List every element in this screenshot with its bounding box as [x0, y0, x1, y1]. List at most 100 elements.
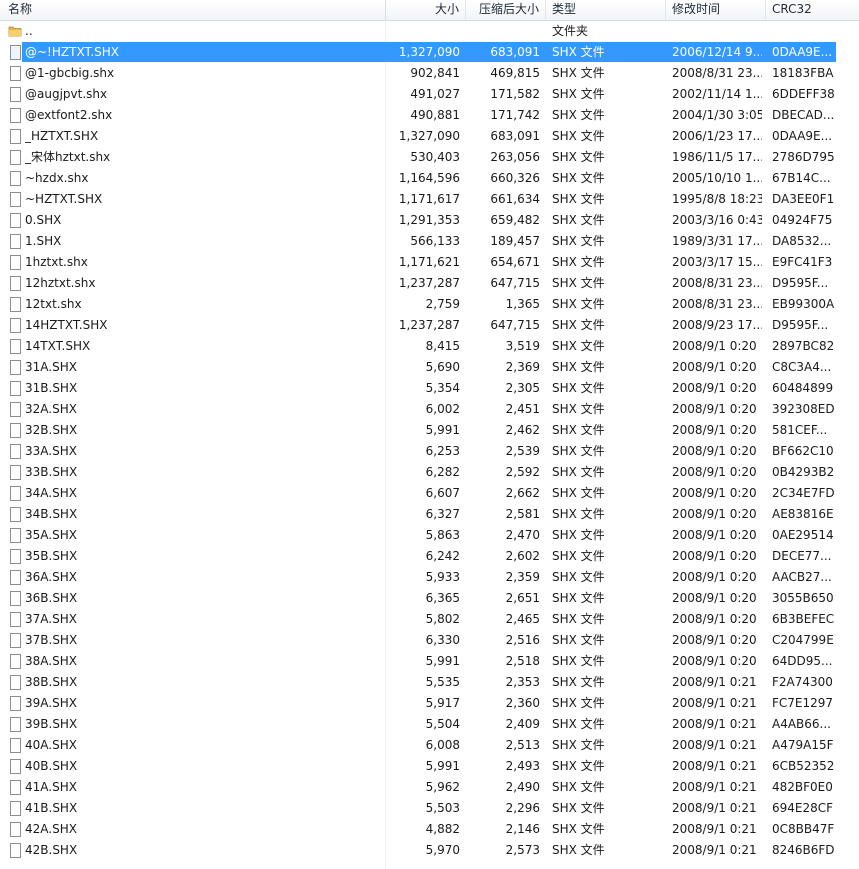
file-row[interactable]: 36B.SHX 6,365 2,651 SHX 文件 2008/9/1 0:20 3055…: [0, 588, 859, 609]
column-header-modified[interactable]: 修改时间: [666, 0, 766, 20]
file-type: SHX 文件: [552, 507, 605, 521]
file-modified: 2008/9/1 0:21: [672, 780, 757, 794]
file-row[interactable]: @augjpvt.shx 491,027 171,582 SHX 文件 2002/11/…: [0, 84, 859, 105]
file-row[interactable]: 14TXT.SHX 8,415 3,519 SHX 文件 2008/9/1 0:20 28…: [0, 336, 859, 357]
file-crc32: A479A15F: [772, 738, 834, 752]
file-icon: [8, 189, 22, 210]
file-row[interactable]: 35B.SHX 6,242 2,602 SHX 文件 2008/9/1 0:20 DECE…: [0, 546, 859, 567]
file-modified: 2004/1/30 3:05: [672, 108, 762, 122]
file-row[interactable]: 36A.SHX 5,933 2,359 SHX 文件 2008/9/1 0:20 AACB…: [0, 567, 859, 588]
file-type: SHX 文件: [552, 339, 605, 353]
file-row[interactable]: 40B.SHX 5,991 2,493 SHX 文件 2008/9/1 0:21 6CB5…: [0, 756, 859, 777]
file-icon: [8, 252, 22, 273]
file-size: 6,008: [425, 738, 460, 752]
file-name: 38B.SHX: [25, 675, 78, 689]
file-name: 35B.SHX: [25, 549, 78, 563]
file-row[interactable]: 37B.SHX 6,330 2,516 SHX 文件 2008/9/1 0:20 C204…: [0, 630, 859, 651]
file-name: 34B.SHX: [25, 507, 78, 521]
file-type: SHX 文件: [552, 465, 605, 479]
file-row[interactable]: 12hztxt.shx 1,237,287 647,715 SHX 文件 2008/8/…: [0, 273, 859, 294]
column-header-type[interactable]: 类型: [546, 0, 666, 20]
file-crc32: AACB27...: [772, 570, 832, 584]
file-size: 6,327: [425, 507, 460, 521]
file-name: 39A.SHX: [25, 696, 77, 710]
file-packed-size: 189,457: [490, 234, 540, 248]
file-row[interactable]: 40A.SHX 6,008 2,513 SHX 文件 2008/9/1 0:21 A479…: [0, 735, 859, 756]
file-row[interactable]: @1-gbcbig.shx 902,841 469,815 SHX 文件 2008/8/…: [0, 63, 859, 84]
file-row[interactable]: 39A.SHX 5,917 2,360 SHX 文件 2008/9/1 0:21 FC7E…: [0, 693, 859, 714]
file-row[interactable]: 35A.SHX 5,863 2,470 SHX 文件 2008/9/1 0:20 0AE2…: [0, 525, 859, 546]
file-row[interactable]: 42A.SHX 4,882 2,146 SHX 文件 2008/9/1 0:21 0C8B…: [0, 819, 859, 840]
file-modified: 2008/8/31 23...: [672, 297, 762, 311]
file-modified: 2008/9/1 0:20: [672, 633, 757, 647]
file-name: 37B.SHX: [25, 633, 78, 647]
file-crc32: C8C3A4...: [772, 360, 832, 374]
file-packed-size: 2,296: [505, 801, 540, 815]
parent-folder-row[interactable]: .. 文件夹: [0, 21, 859, 42]
file-packed-size: 683,091: [490, 45, 540, 59]
file-row[interactable]: 37A.SHX 5,802 2,465 SHX 文件 2008/9/1 0:20 6B3B…: [0, 609, 859, 630]
file-name: 39B.SHX: [25, 717, 78, 731]
file-row[interactable]: _宋体hztxt.shx 530,403 263,056 SHX 文件 1986/11/…: [0, 147, 859, 168]
file-row[interactable]: 34A.SHX 6,607 2,662 SHX 文件 2008/9/1 0:20 2C34…: [0, 483, 859, 504]
file-crc32: 0AE29514: [772, 528, 834, 542]
file-crc32: DECE77...: [772, 549, 832, 563]
file-row[interactable]: 33B.SHX 6,282 2,592 SHX 文件 2008/9/1 0:20 0B42…: [0, 462, 859, 483]
file-row[interactable]: 31A.SHX 5,690 2,369 SHX 文件 2008/9/1 0:20 C8C3…: [0, 357, 859, 378]
file-size: 5,970: [425, 843, 460, 857]
file-name: @augjpvt.shx: [25, 87, 108, 101]
file-type: SHX 文件: [552, 171, 605, 185]
file-size: 490,881: [410, 108, 460, 122]
file-row[interactable]: 14HZTXT.SHX 1,237,287 647,715 SHX 文件 2008/9/…: [0, 315, 859, 336]
file-size: 8,415: [425, 339, 460, 353]
file-crc32: 04924F75: [772, 213, 833, 227]
file-row[interactable]: 39B.SHX 5,504 2,409 SHX 文件 2008/9/1 0:21 A4AB…: [0, 714, 859, 735]
file-row[interactable]: ~hzdx.shx 1,164,596 660,326 SHX 文件 2005/10/1…: [0, 168, 859, 189]
file-type: SHX 文件: [552, 528, 605, 542]
file-type: SHX 文件: [552, 486, 605, 500]
file-row[interactable]: 31B.SHX 5,354 2,305 SHX 文件 2008/9/1 0:20 6048…: [0, 378, 859, 399]
file-name: 0.SHX: [25, 213, 62, 227]
column-header-packed-size[interactable]: 压缩后大小: [466, 0, 546, 20]
file-row[interactable]: @extfont2.shx 490,881 171,742 SHX 文件 2004/1/…: [0, 105, 859, 126]
file-row[interactable]: 41A.SHX 5,962 2,490 SHX 文件 2008/9/1 0:21 482B…: [0, 777, 859, 798]
file-crc32: 64DD95...: [772, 654, 833, 668]
file-icon: [8, 273, 22, 294]
file-packed-size: 2,462: [505, 423, 540, 437]
file-icon: [8, 756, 22, 777]
file-crc32: 0DAA9E...: [772, 129, 833, 143]
file-row[interactable]: ~HZTXT.SHX 1,171,617 661,634 SHX 文件 1995/8/8…: [0, 189, 859, 210]
file-row[interactable]: @~!HZTXT.SHX 1,327,090 683,091 SHX 文件 2006/1…: [0, 42, 859, 63]
file-modified: 2008/9/1 0:20: [672, 507, 757, 521]
file-type: SHX 文件: [552, 129, 605, 143]
file-row[interactable]: 42B.SHX 5,970 2,573 SHX 文件 2008/9/1 0:21 8246…: [0, 840, 859, 861]
file-row[interactable]: 32B.SHX 5,991 2,462 SHX 文件 2008/9/1 0:20 581C…: [0, 420, 859, 441]
file-icon: [8, 399, 22, 420]
file-icon: [8, 840, 22, 861]
file-name: ~HZTXT.SHX: [25, 192, 103, 206]
file-size: 1,291,353: [398, 213, 460, 227]
file-row[interactable]: 33A.SHX 6,253 2,539 SHX 文件 2008/9/1 0:20 BF66…: [0, 441, 859, 462]
file-row[interactable]: 12txt.shx 2,759 1,365 SHX 文件 2008/8/31 23...…: [0, 294, 859, 315]
file-size: 1,237,287: [398, 318, 460, 332]
file-icon: [8, 483, 22, 504]
column-header-name[interactable]: 名称: [0, 0, 386, 20]
file-row[interactable]: _HZTXT.SHX 1,327,090 683,091 SHX 文件 2006/1/2…: [0, 126, 859, 147]
file-row[interactable]: 1hztxt.shx 1,171,621 654,671 SHX 文件 2003/3/1…: [0, 252, 859, 273]
file-row[interactable]: 38B.SHX 5,535 2,353 SHX 文件 2008/9/1 0:21 F2A7…: [0, 672, 859, 693]
file-row[interactable]: 32A.SHX 6,002 2,451 SHX 文件 2008/9/1 0:20 3923…: [0, 399, 859, 420]
column-header-size[interactable]: 大小: [386, 0, 466, 20]
file-row[interactable]: 1.SHX 566,133 189,457 SHX 文件 1989/3/31 17...…: [0, 231, 859, 252]
file-type: SHX 文件: [552, 822, 605, 836]
file-row[interactable]: 0.SHX 1,291,353 659,482 SHX 文件 2003/3/16 0:4…: [0, 210, 859, 231]
file-modified: 2008/9/1 0:21: [672, 717, 757, 731]
file-row[interactable]: 38A.SHX 5,991 2,518 SHX 文件 2008/9/1 0:20 64DD…: [0, 651, 859, 672]
file-packed-size: 1,365: [505, 297, 540, 311]
file-row[interactable]: 34B.SHX 6,327 2,581 SHX 文件 2008/9/1 0:20 AE83…: [0, 504, 859, 525]
file-packed-size: 2,465: [505, 612, 540, 626]
file-row[interactable]: 41B.SHX 5,503 2,296 SHX 文件 2008/9/1 0:21 694E…: [0, 798, 859, 819]
column-header-crc32[interactable]: CRC32: [766, 0, 859, 20]
file-type: SHX 文件: [552, 801, 605, 815]
file-size: 566,133: [410, 234, 460, 248]
file-list-view[interactable]: 名称 大小 压缩后大小 类型 修改时间 CRC32 .. 文件夹 @~!HZTXT.…: [0, 0, 859, 869]
